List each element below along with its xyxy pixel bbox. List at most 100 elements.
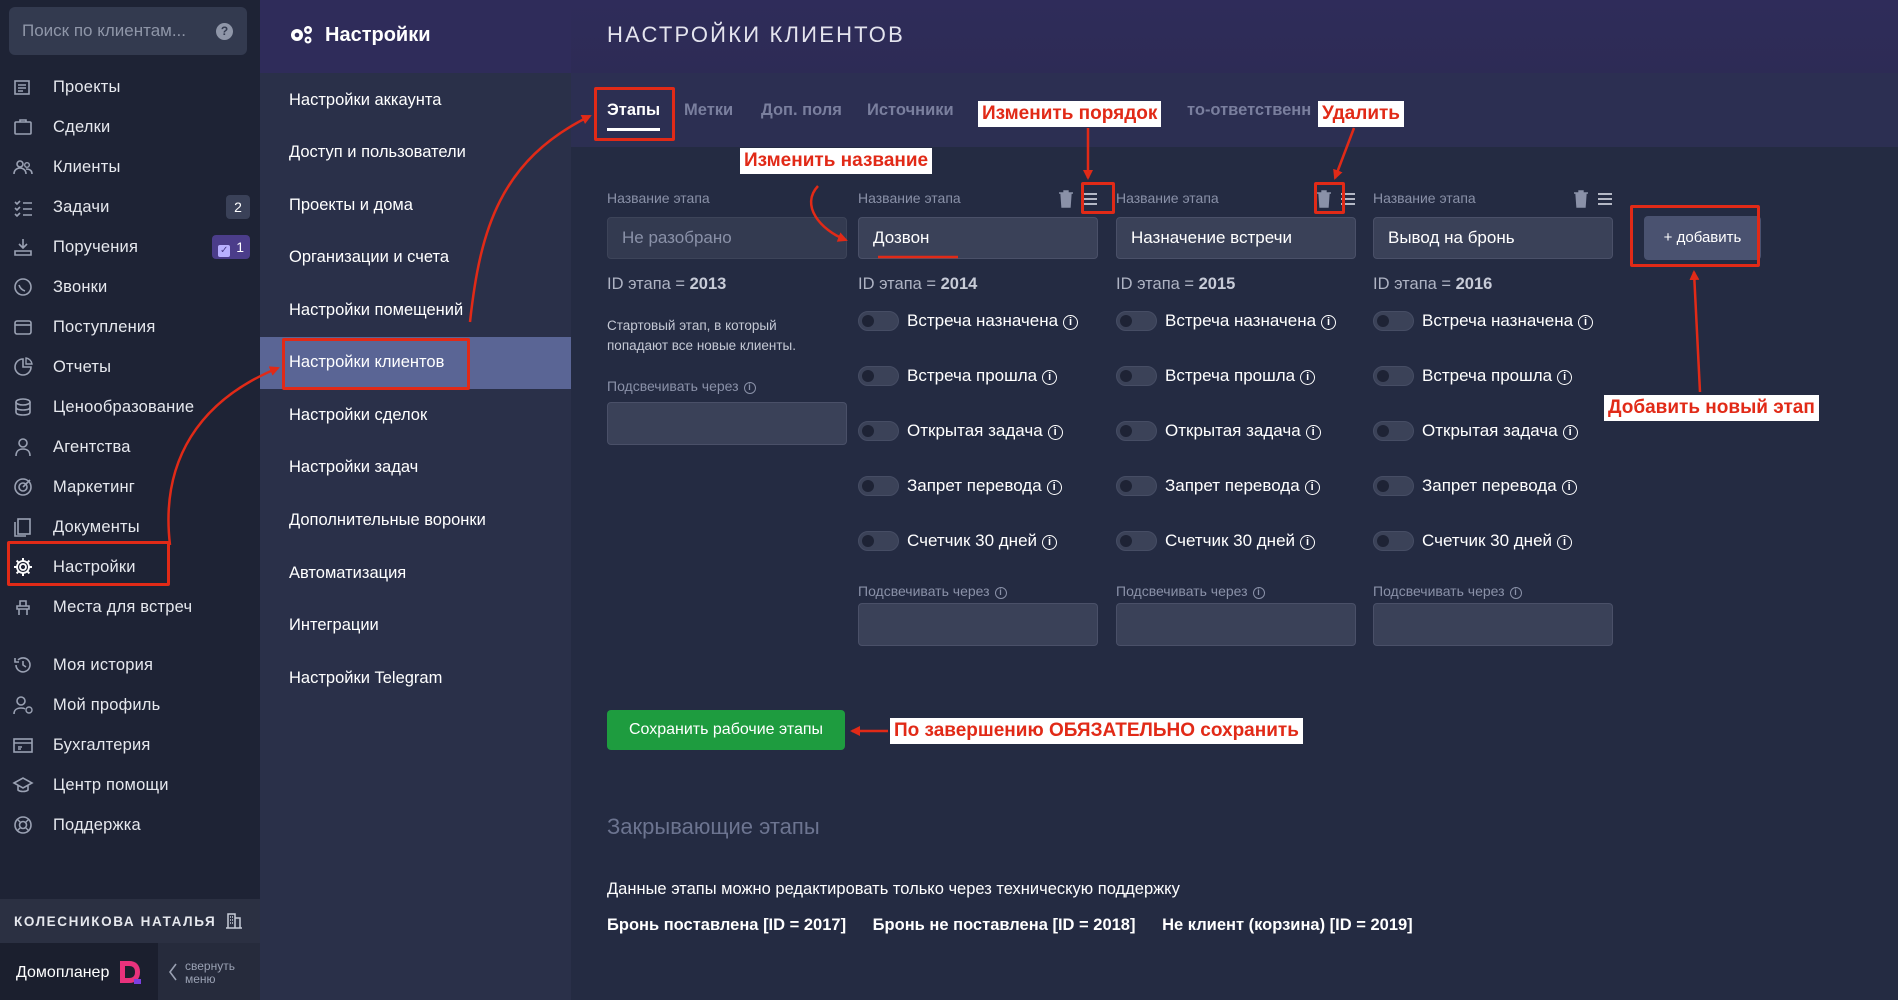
- nav-item-projects[interactable]: Проекты: [0, 67, 260, 107]
- nav-item-deals[interactable]: Сделки: [0, 107, 260, 147]
- info-icon[interactable]: i: [1578, 315, 1594, 330]
- stage-toggle[interactable]: Счетчик 30 дней i: [858, 530, 1098, 552]
- nav-item-history[interactable]: Моя история: [0, 645, 260, 685]
- nav-item-tasks[interactable]: Задачи 2: [0, 187, 260, 227]
- info-icon[interactable]: i: [1304, 480, 1320, 495]
- info-icon[interactable]: i: [1046, 480, 1062, 495]
- nav-item-assignments[interactable]: Поручения ✓ 1: [0, 227, 260, 267]
- stage-toggle[interactable]: Открытая задача i: [858, 420, 1098, 442]
- info-icon[interactable]: i: [1252, 587, 1265, 599]
- tab-stages[interactable]: Этапы: [607, 101, 661, 131]
- info-icon[interactable]: i: [1561, 480, 1577, 495]
- stage-toggle[interactable]: Встреча прошла i: [1116, 365, 1356, 387]
- subnav-item[interactable]: Интеграции: [260, 600, 571, 652]
- info-icon[interactable]: i: [1557, 370, 1573, 385]
- tab-extra-fields[interactable]: Доп. поля: [761, 101, 842, 120]
- subnav-item[interactable]: Настройки задач: [260, 442, 571, 494]
- highlight-input[interactable]: [858, 603, 1098, 646]
- stage-toggle[interactable]: Встреча прошла i: [858, 365, 1098, 387]
- stage-toggle[interactable]: Запрет перевода i: [858, 475, 1098, 497]
- stage-toggle[interactable]: Запрет перевода i: [1373, 475, 1613, 497]
- drag-handle-icon[interactable]: [1340, 189, 1356, 208]
- stage-toggle[interactable]: Счетчик 30 дней i: [1116, 530, 1356, 552]
- info-icon[interactable]: i: [1300, 535, 1316, 550]
- stage-name-input[interactable]: [873, 218, 1083, 258]
- subnav-item[interactable]: Доступ и пользователи: [260, 127, 571, 179]
- toggle-switch[interactable]: [1373, 421, 1414, 441]
- subnav-item[interactable]: Настройки клиентов: [260, 337, 571, 389]
- tab-responsible[interactable]: то-ответственн: [1187, 101, 1311, 120]
- nav-item-accounting[interactable]: Бухгалтерия: [0, 725, 260, 765]
- save-stages-button[interactable]: Сохранить рабочие этапы: [607, 710, 845, 750]
- current-user[interactable]: КОЛЕСНИКОВА НАТАЛЬЯ: [0, 899, 260, 943]
- subnav-item[interactable]: Настройки помещений: [260, 285, 571, 337]
- stage-toggle[interactable]: Встреча назначена i: [858, 310, 1098, 332]
- subnav-item[interactable]: Настройки Telegram: [260, 653, 571, 705]
- toggle-switch[interactable]: [1373, 476, 1414, 496]
- nav-item-documents[interactable]: Документы: [0, 507, 260, 547]
- help-icon[interactable]: ?: [216, 23, 233, 40]
- stage-toggle[interactable]: Открытая задача i: [1116, 420, 1356, 442]
- toggle-switch[interactable]: [858, 421, 899, 441]
- nav-item-profile[interactable]: Мой профиль: [0, 685, 260, 725]
- info-icon[interactable]: i: [994, 587, 1007, 599]
- nav-item-receipts[interactable]: Поступления: [0, 307, 260, 347]
- drag-handle-icon[interactable]: [1082, 189, 1098, 208]
- highlight-input[interactable]: [607, 402, 847, 445]
- toggle-switch[interactable]: [1116, 531, 1157, 551]
- stage-toggle[interactable]: Встреча прошла i: [1373, 365, 1613, 387]
- info-icon[interactable]: i: [1042, 535, 1058, 550]
- nav-item-clients[interactable]: Клиенты: [0, 147, 260, 187]
- nav-item-support[interactable]: Поддержка: [0, 805, 260, 845]
- nav-item-pricing[interactable]: Ценообразование: [0, 387, 260, 427]
- nav-item-help-center[interactable]: Центр помощи: [0, 765, 260, 805]
- trash-icon[interactable]: [1316, 189, 1332, 208]
- info-icon[interactable]: i: [1509, 587, 1522, 599]
- subnav-item[interactable]: Организации и счета: [260, 232, 571, 284]
- subnav-item[interactable]: Дополнительные воронки: [260, 495, 571, 547]
- info-icon[interactable]: i: [1305, 425, 1321, 440]
- collapse-menu-button[interactable]: свернуть меню: [158, 943, 260, 1000]
- stage-name-input[interactable]: [1388, 218, 1598, 258]
- toggle-switch[interactable]: [1116, 366, 1157, 386]
- nav-item-reports[interactable]: Отчеты: [0, 347, 260, 387]
- toggle-switch[interactable]: [1373, 366, 1414, 386]
- toggle-switch[interactable]: [1373, 531, 1414, 551]
- trash-icon[interactable]: [1573, 189, 1589, 208]
- info-icon[interactable]: i: [1063, 315, 1079, 330]
- info-icon[interactable]: i: [743, 382, 756, 394]
- stage-toggle[interactable]: Открытая задача i: [1373, 420, 1613, 442]
- tab-sources[interactable]: Источники: [867, 101, 954, 120]
- subnav-item[interactable]: Проекты и дома: [260, 180, 571, 232]
- highlight-input[interactable]: [1373, 603, 1613, 646]
- toggle-switch[interactable]: [1373, 311, 1414, 331]
- brand[interactable]: Домопланер: [0, 943, 158, 1000]
- toggle-switch[interactable]: [1116, 476, 1157, 496]
- nav-item-meeting-places[interactable]: Места для встреч: [0, 587, 260, 627]
- subnav-item[interactable]: Настройки сделок: [260, 390, 571, 442]
- toggle-switch[interactable]: [858, 476, 899, 496]
- info-icon[interactable]: i: [1321, 315, 1337, 330]
- toggle-switch[interactable]: [1116, 421, 1157, 441]
- info-icon[interactable]: i: [1042, 370, 1058, 385]
- info-icon[interactable]: i: [1562, 425, 1578, 440]
- stage-toggle[interactable]: Встреча назначена i: [1373, 310, 1613, 332]
- toggle-switch[interactable]: [858, 311, 899, 331]
- highlight-input[interactable]: [1116, 603, 1356, 646]
- tab-tags[interactable]: Метки: [684, 101, 733, 120]
- trash-icon[interactable]: [1058, 189, 1074, 208]
- nav-item-marketing[interactable]: Маркетинг: [0, 467, 260, 507]
- subnav-item[interactable]: Автоматизация: [260, 548, 571, 600]
- nav-item-agencies[interactable]: Агентства: [0, 427, 260, 467]
- building-icon[interactable]: [224, 910, 244, 930]
- toggle-switch[interactable]: [858, 531, 899, 551]
- stage-toggle[interactable]: Счетчик 30 дней i: [1373, 530, 1613, 552]
- toggle-switch[interactable]: [858, 366, 899, 386]
- add-stage-button[interactable]: + добавить: [1644, 216, 1761, 260]
- nav-item-calls[interactable]: Звонки: [0, 267, 260, 307]
- client-search-input[interactable]: [22, 7, 212, 55]
- info-icon[interactable]: i: [1557, 535, 1573, 550]
- stage-toggle[interactable]: Запрет перевода i: [1116, 475, 1356, 497]
- drag-handle-icon[interactable]: [1597, 189, 1613, 208]
- stage-toggle[interactable]: Встреча назначена i: [1116, 310, 1356, 332]
